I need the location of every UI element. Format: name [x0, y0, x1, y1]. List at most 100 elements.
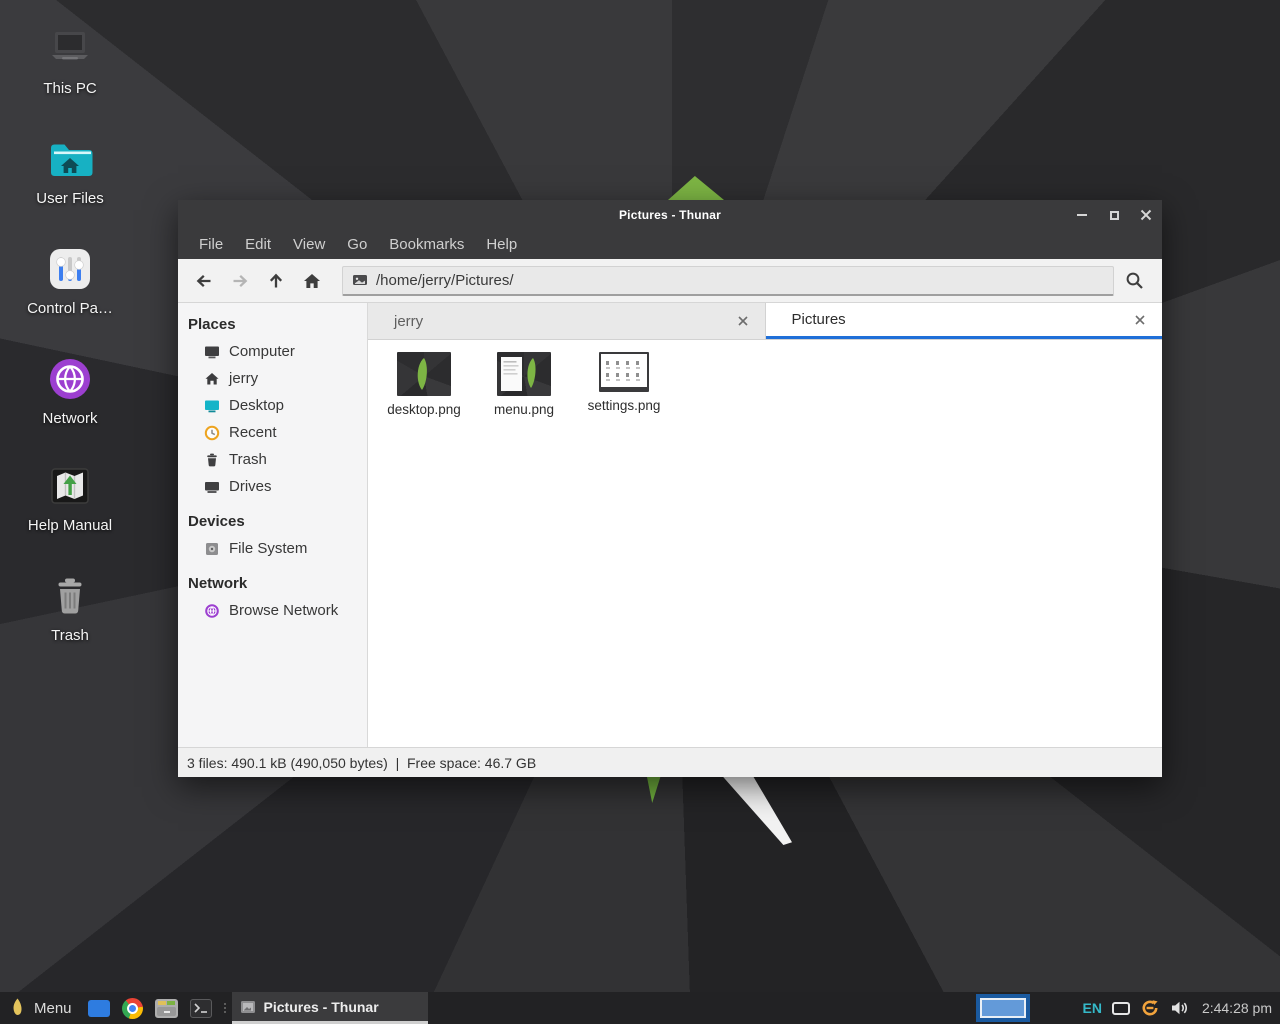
sidebar-item-recent[interactable]: Recent [178, 419, 367, 446]
desktop-monitor-icon [204, 398, 220, 414]
tab-pictures[interactable]: Pictures [766, 303, 1163, 339]
forward-button[interactable] [222, 265, 258, 297]
path-text: /home/jerry/Pictures/ [376, 272, 514, 289]
desktop-icon-network[interactable]: Network [10, 355, 130, 427]
clock-icon [204, 425, 220, 441]
laptop-icon [46, 25, 94, 73]
menu-view[interactable]: View [282, 230, 336, 259]
window-titlebar[interactable]: Pictures - Thunar [178, 200, 1162, 230]
map-manual-icon [46, 462, 94, 510]
status-bar: 3 files: 490.1 kB (490,050 bytes) | Free… [178, 747, 1162, 777]
minimize-button[interactable] [1066, 200, 1098, 230]
sidebar: Places Computer jerry Desktop [178, 303, 368, 747]
sidebar-item-browse-network[interactable]: Browse Network [178, 597, 367, 624]
sidebar-item-drives[interactable]: Drives [178, 473, 367, 500]
thumbnail-logo [397, 352, 451, 396]
sidebar-item-trash[interactable]: Trash [178, 446, 367, 473]
update-manager-icon[interactable] [1140, 998, 1160, 1018]
file-manager-launcher[interactable] [150, 992, 184, 1024]
back-button[interactable] [186, 265, 222, 297]
home-button[interactable] [294, 265, 330, 297]
back-arrow-icon [194, 271, 214, 291]
thunar-window: Pictures - Thunar File Edit View Go Book… [178, 200, 1162, 777]
sidebar-item-computer[interactable]: Computer [178, 338, 367, 365]
sidebar-item-file-system[interactable]: File System [178, 535, 367, 562]
display-tray-icon[interactable] [1112, 1002, 1130, 1015]
file-thumbnail [397, 352, 451, 396]
home-folder-icon [46, 135, 94, 183]
system-tray: EN 2:44:28 pm [1082, 998, 1280, 1018]
sidebar-item-label: Recent [229, 424, 277, 441]
trash-can-icon [46, 572, 94, 620]
volume-icon[interactable] [1170, 1000, 1188, 1016]
toolbar: /home/jerry/Pictures/ [178, 259, 1162, 303]
tab-label: jerry [394, 313, 423, 330]
menu-button[interactable]: Menu [0, 992, 82, 1024]
taskbar-window-label: Pictures - Thunar [264, 999, 379, 1015]
desktop-icon-help-manual[interactable]: Help Manual [10, 462, 130, 534]
keyboard-layout-indicator[interactable]: EN [1082, 1000, 1101, 1016]
show-desktop-icon [88, 1000, 110, 1017]
path-bar[interactable]: /home/jerry/Pictures/ [342, 266, 1114, 296]
taskbar: Menu Pictures - Thunar EN [0, 992, 1280, 1024]
thumbnail-menu [497, 352, 551, 396]
close-icon [738, 316, 748, 326]
desktop-icon-label: Control Pa… [10, 300, 130, 317]
sidebar-header-places: Places [178, 303, 367, 338]
file-name: desktop.png [374, 402, 474, 417]
thunar-task-icon [240, 999, 256, 1015]
search-button[interactable] [1114, 265, 1154, 297]
browser-launcher[interactable] [116, 992, 150, 1024]
tab-jerry[interactable]: jerry [368, 303, 766, 339]
desktop-icon-label: Trash [10, 627, 130, 644]
file-view: jerry Pictures [368, 303, 1162, 747]
tab-label: Pictures [792, 311, 846, 328]
up-arrow-icon [266, 271, 286, 291]
desktop-icon-trash[interactable]: Trash [10, 572, 130, 644]
terminal-launcher[interactable] [184, 992, 218, 1024]
file-settings-png[interactable]: settings.png [574, 350, 674, 413]
file-list: desktop.png menu.png [368, 340, 1162, 747]
close-button[interactable] [1130, 200, 1162, 230]
sidebar-item-label: jerry [229, 370, 258, 387]
up-button[interactable] [258, 265, 294, 297]
file-menu-png[interactable]: menu.png [474, 350, 574, 417]
desktop-icon-label: Help Manual [10, 517, 130, 534]
workspace-1[interactable] [980, 998, 1026, 1018]
show-desktop-launcher[interactable] [82, 992, 116, 1024]
desktop-icon-control-panel[interactable]: Control Pa… [10, 245, 130, 317]
minimize-icon [1077, 214, 1087, 216]
maximize-icon [1110, 211, 1119, 220]
sidebar-item-desktop[interactable]: Desktop [178, 392, 367, 419]
tab-close-button[interactable] [1130, 310, 1150, 330]
desktop-icon-label: This PC [10, 80, 130, 97]
workspace-switcher[interactable] [976, 994, 1030, 1022]
menu-go[interactable]: Go [336, 230, 378, 259]
desktop-icon-label: Network [10, 410, 130, 427]
network-globe-icon [204, 603, 220, 619]
clock[interactable]: 2:44:28 pm [1198, 1000, 1272, 1016]
sidebar-item-label: Trash [229, 451, 267, 468]
globe-icon [46, 355, 94, 403]
menu-bookmarks[interactable]: Bookmarks [378, 230, 475, 259]
search-icon [1124, 270, 1145, 291]
close-icon [1135, 315, 1145, 325]
file-desktop-png[interactable]: desktop.png [374, 350, 474, 417]
window-title: Pictures - Thunar [178, 208, 1162, 222]
tab-close-button[interactable] [733, 311, 753, 331]
maximize-button[interactable] [1098, 200, 1130, 230]
sidebar-item-jerry[interactable]: jerry [178, 365, 367, 392]
sidebar-item-label: Browse Network [229, 602, 338, 619]
menu-bar: File Edit View Go Bookmarks Help [178, 230, 1162, 259]
desktop-icon-this-pc[interactable]: This PC [10, 25, 130, 97]
desktop-icon-user-files[interactable]: User Files [10, 135, 130, 207]
menu-edit[interactable]: Edit [234, 230, 282, 259]
sidebar-header-network: Network [178, 562, 367, 597]
terminal-icon [190, 999, 212, 1018]
file-name: menu.png [474, 402, 574, 417]
menu-help[interactable]: Help [475, 230, 528, 259]
taskbar-window-button[interactable]: Pictures - Thunar [232, 992, 428, 1024]
menu-button-label: Menu [34, 1000, 72, 1017]
menu-file[interactable]: File [188, 230, 234, 259]
file-thumbnail [599, 352, 649, 392]
